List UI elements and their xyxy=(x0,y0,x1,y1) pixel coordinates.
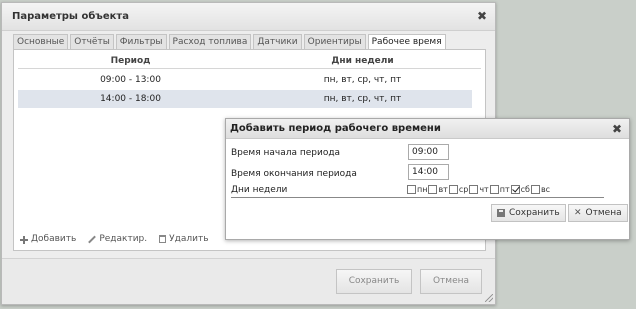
day-sun[interactable]: вс xyxy=(530,185,551,194)
floppy-icon xyxy=(497,209,505,217)
table-header: Период Дни недели xyxy=(18,54,481,69)
day-wed[interactable]: ср xyxy=(448,185,469,194)
close-icon[interactable]: ✖ xyxy=(477,9,487,23)
edit-button[interactable]: Редактир. xyxy=(88,234,147,244)
column-header-weekdays[interactable]: Дни недели xyxy=(258,54,467,69)
start-time-input[interactable] xyxy=(408,144,449,160)
day-sat[interactable]: сб xyxy=(510,185,530,194)
day-checkbox[interactable] xyxy=(448,185,458,194)
weekday-checkboxes: пн вт ср чт пт сб вс xyxy=(407,185,551,194)
day-checkbox[interactable] xyxy=(489,185,499,194)
edit-label: Редактир. xyxy=(99,234,148,244)
day-label: чт xyxy=(479,185,489,194)
day-mon[interactable]: пн xyxy=(407,185,427,194)
dialog-title: Добавить период рабочего времени xyxy=(230,123,441,134)
day-checkbox-checked[interactable] xyxy=(510,185,520,194)
main-footer: Сохранить Отмена xyxy=(2,258,495,304)
day-thu[interactable]: чт xyxy=(469,185,489,194)
weekdays-label: Дни недели xyxy=(231,185,288,195)
tab-fuel-consumption[interactable]: Расход топлива xyxy=(168,34,252,49)
day-label: вт xyxy=(438,185,448,194)
plus-icon xyxy=(20,235,28,244)
day-checkbox[interactable] xyxy=(428,185,438,194)
day-label: ср xyxy=(458,185,469,194)
table-row[interactable]: 09:00 - 13:00 пн, вт, ср, чт, пт xyxy=(18,71,472,89)
day-label: вс xyxy=(540,185,551,194)
day-label: сб xyxy=(520,185,530,194)
main-titlebar[interactable]: Параметры объекта ✖ xyxy=(2,3,495,31)
window-title: Параметры объекта xyxy=(12,11,129,22)
tab-working-time[interactable]: Рабочее время xyxy=(367,34,446,50)
tab-filters[interactable]: Фильтры xyxy=(115,34,167,49)
weekdays-cell: пн, вт, ср, чт, пт xyxy=(323,75,402,85)
resize-grip[interactable] xyxy=(485,294,493,302)
add-button[interactable]: Добавить xyxy=(20,234,76,244)
dialog-save-label: Сохранить xyxy=(509,208,560,218)
day-label: пт xyxy=(499,185,510,194)
dialog-cancel-label: Отмена xyxy=(585,208,622,218)
dialog-titlebar[interactable]: Добавить период рабочего времени ✖ xyxy=(226,119,629,139)
tab-reports[interactable]: Отчёты xyxy=(70,34,114,49)
period-cell: 09:00 - 13:00 xyxy=(100,75,161,85)
day-checkbox[interactable] xyxy=(407,185,416,194)
delete-button[interactable]: Удалить xyxy=(159,234,209,244)
day-label: пн xyxy=(417,185,428,194)
dialog-divider xyxy=(231,197,604,198)
dialog-close-icon[interactable]: ✖ xyxy=(612,122,622,136)
pencil-icon xyxy=(88,235,96,244)
tab-landmarks[interactable]: Ориентиры xyxy=(303,34,366,49)
add-period-dialog: Добавить период рабочего времени ✖ Время… xyxy=(225,118,630,240)
period-cell: 14:00 - 18:00 xyxy=(100,94,161,104)
grid-toolbar: Добавить Редактир. Удалить xyxy=(20,234,221,244)
day-tue[interactable]: вт xyxy=(428,185,448,194)
start-time-label: Время начала периода xyxy=(231,148,341,158)
column-header-period[interactable]: Период xyxy=(18,54,243,69)
close-icon: ✕ xyxy=(574,208,582,218)
trash-icon xyxy=(159,235,167,243)
add-label: Добавить xyxy=(31,234,77,244)
dialog-save-button[interactable]: Сохранить xyxy=(491,204,566,222)
day-fri[interactable]: пт xyxy=(489,185,510,194)
save-button[interactable]: Сохранить xyxy=(336,269,412,294)
end-time-label: Время окончания периода xyxy=(231,169,357,179)
tab-basic[interactable]: Основные xyxy=(13,34,69,49)
day-checkbox[interactable] xyxy=(530,185,540,194)
table-row-selected[interactable]: 14:00 - 18:00 пн, вт, ср, чт, пт xyxy=(18,90,472,108)
delete-label: Удалить xyxy=(169,234,209,244)
weekdays-cell: пн, вт, ср, чт, пт xyxy=(323,94,402,104)
end-time-input[interactable] xyxy=(408,164,449,180)
tab-sensors[interactable]: Датчики xyxy=(253,34,302,49)
dialog-cancel-button[interactable]: ✕ Отмена xyxy=(568,204,628,222)
day-checkbox[interactable] xyxy=(469,185,479,194)
cancel-button[interactable]: Отмена xyxy=(420,269,482,294)
tab-bar: Основные Отчёты Фильтры Расход топлива Д… xyxy=(13,34,448,50)
